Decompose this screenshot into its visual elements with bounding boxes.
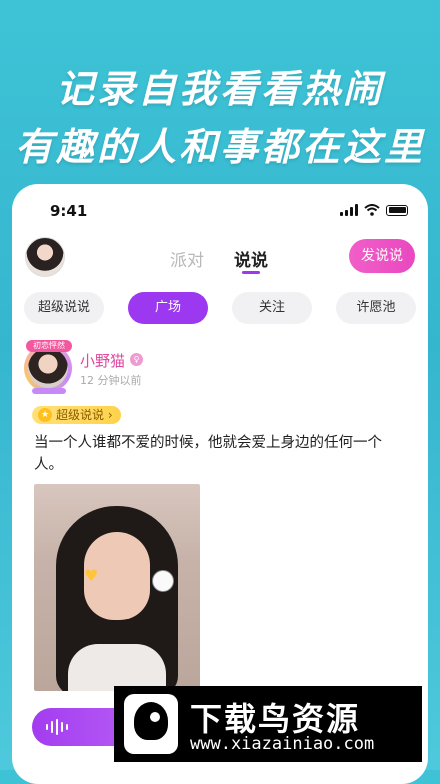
watermark-url: www.xiazainiao.com <box>190 734 375 754</box>
filter-super[interactable]: 超级说说 <box>24 292 104 324</box>
watermark-banner: 下载鸟资源 www.xiazainiao.com <box>114 686 422 762</box>
active-tab-indicator <box>242 271 260 274</box>
promo-headline-2: 有趣的人和事都在这里 <box>14 125 425 169</box>
my-avatar[interactable] <box>25 237 65 277</box>
audio-wave-icon <box>46 719 68 735</box>
tab-shuoshuo[interactable]: 说说 <box>234 246 268 271</box>
bird-logo-icon <box>124 694 178 754</box>
heart-sticker-icon: ♥ <box>84 566 99 585</box>
filter-wish-pool[interactable]: 许愿池 <box>336 292 416 324</box>
avatar-frame-ribbon <box>32 388 66 394</box>
gender-icon: ♀ <box>130 353 143 366</box>
super-post-badge[interactable]: ★ 超级说说 › <box>32 406 121 424</box>
post-photo[interactable]: ♥ <box>34 484 200 691</box>
filter-square[interactable]: 广场 <box>128 292 208 324</box>
post-user-name[interactable]: 小野猫 <box>80 350 125 371</box>
wifi-icon <box>364 204 380 216</box>
signal-icon <box>340 204 358 216</box>
post-button[interactable]: 发说说 <box>349 239 415 273</box>
promo-headline-1: 记录自我看看热闹 <box>55 67 384 111</box>
post-text: 当一个人谁都不爱的时候，他就会爱上身边的任何一个人。 <box>34 435 382 473</box>
status-icons <box>340 204 408 216</box>
tab-party[interactable]: 派对 <box>170 246 204 271</box>
post-time: 12 分钟以前 <box>80 374 142 387</box>
super-post-label: 超级说说 › <box>56 408 113 422</box>
avatar-frame-badge: 初恋怦然 <box>26 340 72 352</box>
battery-icon <box>386 204 408 216</box>
bunny-sticker-icon <box>152 570 174 592</box>
filter-follow[interactable]: 关注 <box>232 292 312 324</box>
star-icon: ★ <box>38 408 52 422</box>
status-time: 9:41 <box>50 202 88 220</box>
